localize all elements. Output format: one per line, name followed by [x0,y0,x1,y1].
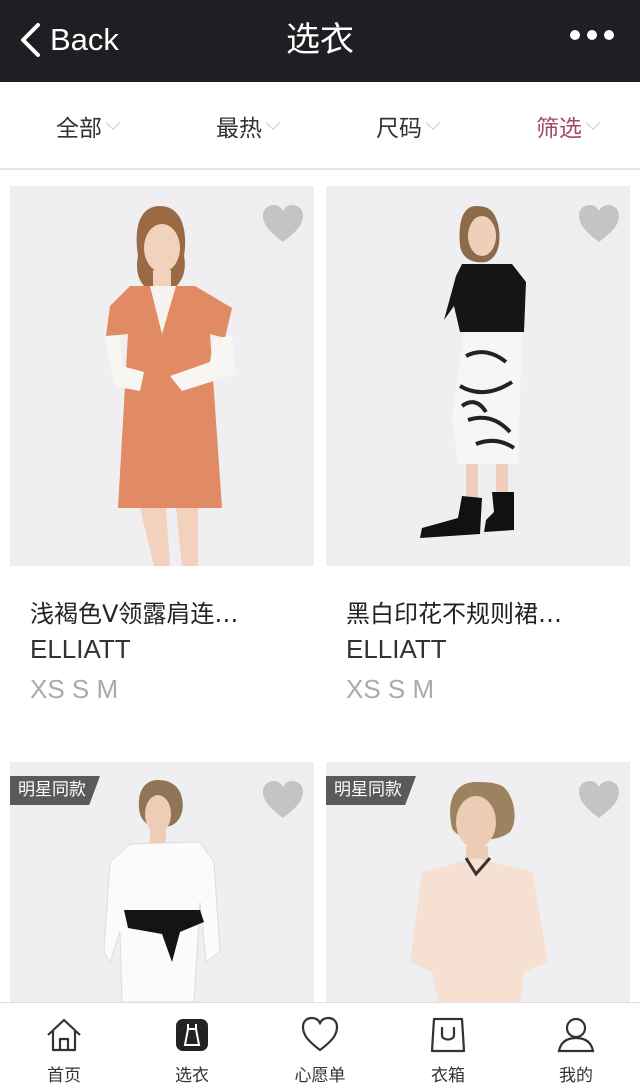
product-brand: ELLIATT [346,634,447,664]
celebrity-style-badge: 明星同款 [326,776,416,805]
filter-all-label: 全部 [56,116,102,142]
filter-size[interactable]: 尺码 [376,82,441,170]
product-grid: 浅褐色V领露肩连… ELLIATT XS S M 黑白印花不规则裙… ELLIA… [0,172,640,1002]
tab-wardrobe-box[interactable]: 衣箱 [384,1003,512,1092]
filter-screen[interactable]: 筛选 [536,82,601,170]
tab-profile-label: 我的 [559,1066,593,1086]
tab-home[interactable]: 首页 [0,1003,128,1092]
celebrity-style-badge: 明星同款 [10,776,100,805]
bottom-tab-bar: 首页 选衣 心愿单 衣箱 我的 [0,1002,640,1091]
tab-choose-clothes[interactable]: 选衣 [128,1003,256,1092]
tab-choose-clothes-label: 选衣 [175,1066,209,1086]
product-name: 浅褐色V领露肩连… [30,600,239,628]
filter-size-label: 尺码 [376,116,422,142]
product-sizes: XS S M [30,674,119,704]
user-icon [557,1017,595,1053]
product-sizes: XS S M [346,674,435,704]
filter-screen-label: 筛选 [536,116,582,142]
page-title: 选衣 [286,20,354,60]
tab-wardrobe-box-label: 衣箱 [431,1066,465,1086]
product-photo[interactable] [326,186,630,566]
tab-home-label: 首页 [47,1066,81,1086]
product-photo[interactable]: 明星同款 [326,762,630,1002]
more-dot-icon [587,30,597,40]
wishlist-heart-icon[interactable] [578,204,620,244]
bag-icon [430,1017,466,1053]
dress-icon [176,1019,208,1051]
filter-all[interactable]: 全部 [56,82,121,170]
chevron-down-icon [265,115,281,131]
more-dot-icon [604,30,614,40]
chevron-down-icon [585,115,601,131]
product-photo[interactable] [10,186,314,566]
more-dot-icon [570,30,580,40]
filter-hot-label: 最热 [216,116,262,142]
filter-bar: 全部 最热 尺码 筛选 [0,82,640,170]
wishlist-heart-icon[interactable] [262,780,304,820]
tab-wishlist[interactable]: 心愿单 [256,1003,384,1092]
wishlist-heart-icon[interactable] [262,204,304,244]
tab-wishlist-label: 心愿单 [294,1066,346,1086]
product-photo[interactable]: 明星同款 [10,762,314,1002]
wishlist-heart-icon[interactable] [578,780,620,820]
top-navbar: Back 选衣 [0,0,640,82]
chevron-down-icon [425,115,441,131]
filter-hot[interactable]: 最热 [216,82,281,170]
home-icon [47,1018,81,1052]
more-menu-button[interactable] [570,30,614,40]
chevron-down-icon [105,115,121,131]
heart-icon [301,1016,339,1052]
tab-profile[interactable]: 我的 [512,1003,640,1092]
product-brand: ELLIATT [30,634,131,664]
product-name: 黑白印花不规则裙… [346,600,562,628]
